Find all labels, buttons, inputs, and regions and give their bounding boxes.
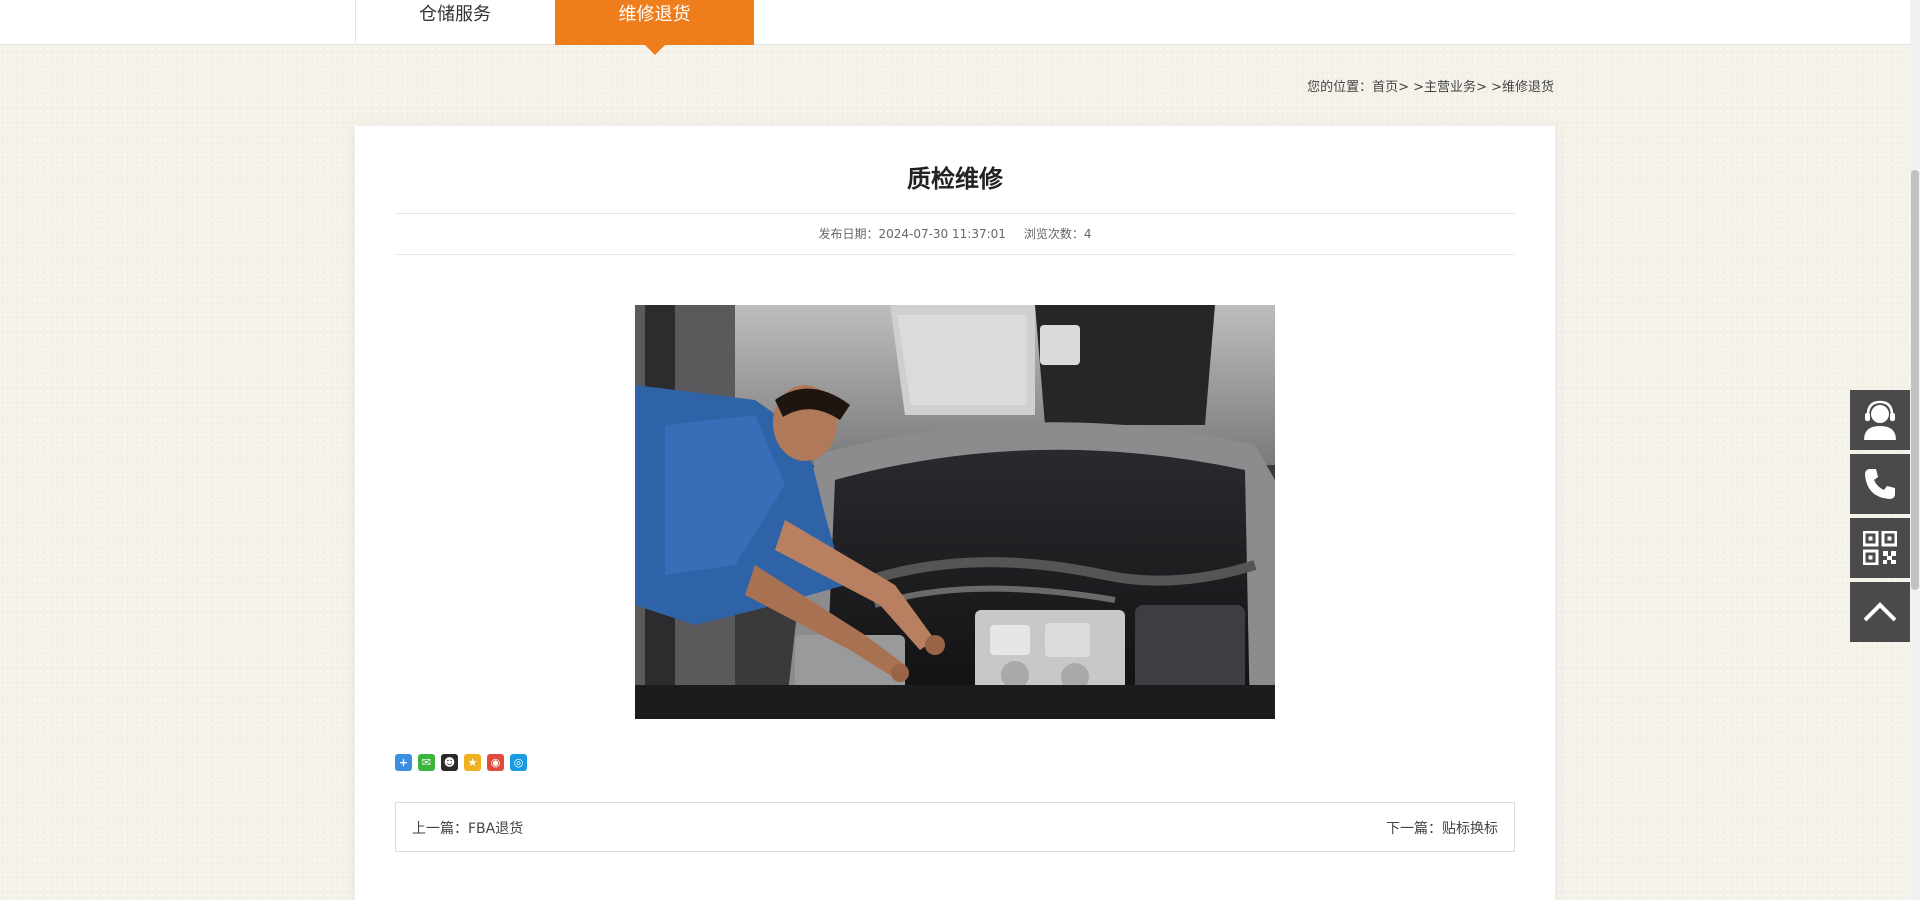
breadcrumb: 您的位置：首页> >主营业务> >维修退货	[1307, 76, 1554, 95]
qzone-icon[interactable]: ★	[464, 754, 481, 771]
mechanic-engine-illustration	[635, 305, 1275, 719]
publish-date-value: 2024-07-30 11:37:01	[878, 227, 1006, 241]
wechat-icon[interactable]: ✉	[418, 754, 435, 771]
page-scrollbar[interactable]	[1910, 0, 1920, 900]
breadcrumb-separator: > >	[1398, 80, 1425, 95]
scrollbar-thumb[interactable]	[1911, 170, 1919, 590]
breadcrumb-prefix: 您的位置：	[1307, 80, 1373, 95]
customer-service-icon	[1864, 400, 1896, 440]
article-card: 质检维修 发布日期：2024-07-30 11:37:01 浏览次数：4 + ✉…	[355, 126, 1555, 900]
tencent-weibo-icon[interactable]: ◎	[510, 754, 527, 771]
view-count-value: 4	[1083, 227, 1092, 241]
tab-repair-return[interactable]: 维修退货	[555, 0, 754, 55]
share-bar: + ✉ ☻ ★ ◉ ◎	[395, 754, 527, 771]
phone-button[interactable]	[1850, 454, 1910, 514]
article-pager: 上一篇：FBA退货 下一篇：贴标换标	[395, 802, 1515, 852]
customer-service-button[interactable]	[1850, 390, 1910, 450]
previous-label: 上一篇：	[412, 821, 468, 837]
breadcrumb-section-link[interactable]: 主营业务	[1424, 80, 1476, 95]
qr-code-icon	[1863, 531, 1897, 565]
qr-code-button[interactable]	[1850, 518, 1910, 578]
article-title: 质检维修	[907, 165, 1003, 193]
breadcrumb-separator: > >	[1476, 80, 1502, 95]
article-image	[635, 305, 1275, 719]
share-more-icon[interactable]: +	[395, 754, 412, 771]
breadcrumb-current-link[interactable]: 维修退货	[1502, 80, 1554, 95]
next-label: 下一篇：	[1386, 821, 1442, 837]
weibo-icon[interactable]: ◉	[487, 754, 504, 771]
next-article-link[interactable]: 贴标换标	[1442, 821, 1498, 837]
previous-article: 上一篇：FBA退货	[412, 818, 523, 838]
tab-warehouse-service[interactable]: 仓储服务	[355, 0, 554, 45]
qq-icon[interactable]: ☻	[441, 754, 458, 771]
top-tab-bar: 仓储服务 维修退货	[0, 0, 1910, 55]
phone-icon	[1865, 469, 1895, 499]
breadcrumb-home-link[interactable]: 首页	[1372, 80, 1398, 95]
publish-date-label: 发布日期：	[818, 227, 879, 241]
article-meta: 发布日期：2024-07-30 11:37:01 浏览次数：4	[395, 213, 1515, 255]
previous-article-link[interactable]: FBA退货	[468, 821, 523, 837]
view-count-label: 浏览次数：	[1023, 227, 1084, 241]
back-to-top-button[interactable]	[1850, 582, 1910, 642]
back-to-top-icon	[1863, 602, 1897, 622]
next-article: 下一篇：贴标换标	[1386, 818, 1498, 838]
